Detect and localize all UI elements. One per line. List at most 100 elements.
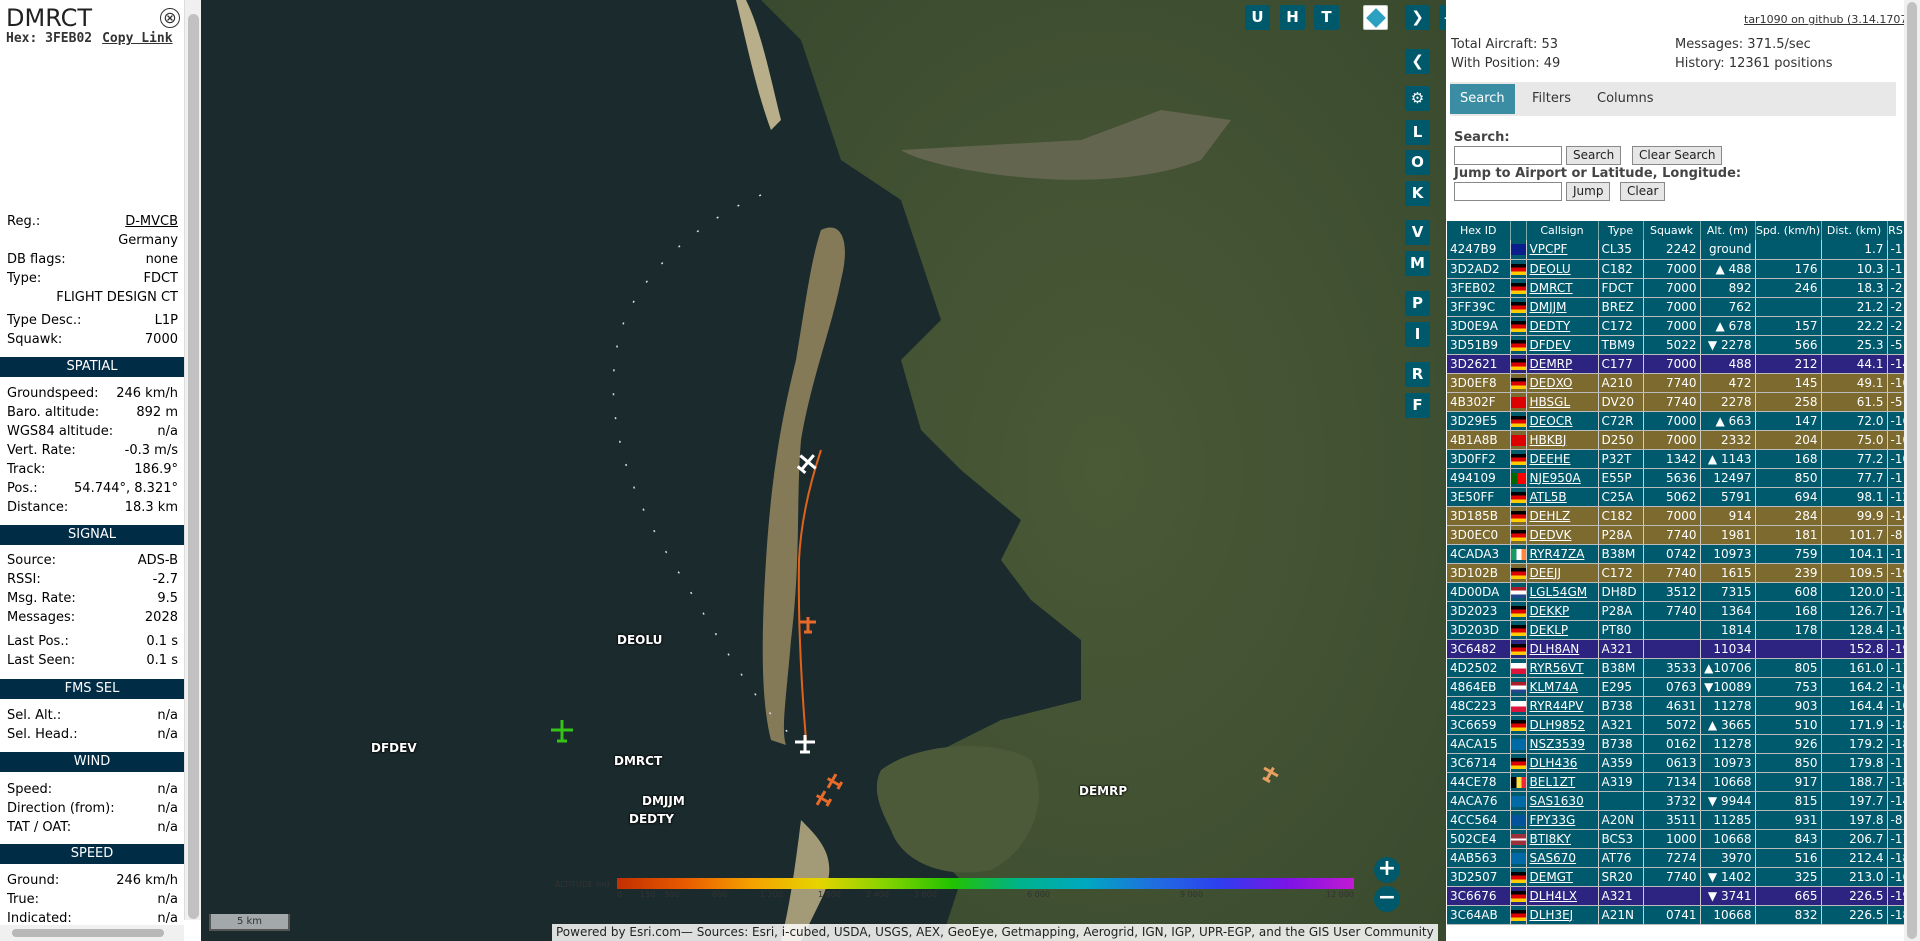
table-row[interactable]: 3FF39C DMJJM BREZ 7000 762 21.2 -2 — [1447, 297, 1905, 317]
map-button-r[interactable]: R — [1405, 362, 1430, 387]
copy-link[interactable]: Copy Link — [102, 31, 172, 46]
cell-cs[interactable]: DEHLZ — [1526, 506, 1599, 526]
map-button-p[interactable]: P — [1405, 291, 1430, 316]
cell-cs[interactable]: DEEHE — [1526, 449, 1599, 469]
cell-cs[interactable]: HBSGL — [1526, 392, 1599, 412]
cell-cs[interactable]: RYR56VT — [1526, 658, 1599, 678]
table-row[interactable]: 4ACA15 NSZ3539B738016211278926179.2-18 — [1447, 734, 1905, 754]
cell-cs[interactable]: RYR44PV — [1526, 696, 1599, 716]
column-header[interactable]: Spd. (km/h) — [1755, 221, 1822, 240]
column-header[interactable]: Type — [1598, 221, 1644, 240]
cell-cs[interactable]: SAS1630 — [1526, 791, 1599, 811]
map-button-m[interactable]: M — [1405, 251, 1430, 276]
table-row[interactable]: 3D102B DEEJJC17277401615239109.5-19 — [1447, 563, 1905, 583]
table-row[interactable]: 4AB563 SAS670AT7672743970516212.4-18 — [1447, 848, 1905, 868]
cell-cs[interactable]: LGL54GM — [1526, 582, 1599, 602]
table-row[interactable]: 4D2502 RYR56VTB38M3533▲10706805161.0-17 — [1447, 658, 1905, 678]
cell-cs[interactable]: DEMRP — [1526, 354, 1599, 374]
table-row[interactable]: 502CE4 BTI8KYBCS3100010668843206.7-17 — [1447, 829, 1905, 849]
github-link[interactable]: tar1090 on github (3.14.1707) — [1744, 13, 1912, 26]
cell-cs[interactable]: DEMGT — [1526, 867, 1599, 887]
t-button[interactable]: T — [1314, 5, 1339, 30]
jump-input[interactable] — [1454, 182, 1562, 201]
cell-cs[interactable]: DEKLP — [1526, 620, 1599, 640]
table-row[interactable]: 3D2621 DEMRPC177700048821244.1-14 — [1447, 354, 1905, 374]
cell-cs[interactable]: RYR47ZA — [1526, 544, 1599, 564]
map-button-v[interactable]: V — [1405, 220, 1430, 245]
cell-cs[interactable]: DLH8AN — [1526, 639, 1599, 659]
table-row[interactable]: 3D0EF8 DEDXOA210774047214549.1-10 — [1447, 373, 1905, 393]
table-row[interactable]: 3D0E9A DEDTY C172 7000 ▲ 678 157 22.2 -2 — [1447, 316, 1905, 336]
reg-value[interactable]: D-MVCB — [125, 214, 178, 229]
clear-search-button[interactable]: Clear Search — [1632, 146, 1723, 165]
left-horizontal-scrollbar[interactable] — [0, 925, 184, 941]
table-row[interactable]: 3D2507 DEMGTSR207740▼ 1402325213.0-16 — [1447, 867, 1905, 887]
cell-cs[interactable]: DLH9852 — [1526, 715, 1599, 735]
search-button[interactable]: Search — [1566, 146, 1622, 165]
cell-cs[interactable]: SAS670 — [1526, 848, 1599, 868]
table-row[interactable]: 3C64AB DLH3EJA21N074110668832226.5-18 — [1447, 905, 1905, 925]
expand-width-icon[interactable]: ◂▸ — [1439, 5, 1446, 30]
table-row[interactable]: 3D2AD2 DEOLU C182 7000 ▲ 488 176 10.3 -1 — [1447, 259, 1905, 279]
cell-cs[interactable]: NJE950A — [1526, 468, 1599, 488]
table-row[interactable]: 3C6676 DLH4LXA321 ▼ 3741665226.5-19 — [1447, 886, 1905, 906]
left-scrollbar[interactable] — [184, 0, 201, 920]
cell-cs[interactable]: BTI8KY — [1526, 829, 1599, 849]
table-row[interactable]: 3FEB02 DMRCT FDCT 7000 892 246 18.3 -2 — [1447, 278, 1905, 298]
cell-cs[interactable]: DMJJM — [1526, 297, 1599, 317]
jump-button[interactable]: Jump — [1566, 182, 1611, 201]
cell-cs[interactable]: DEOLU — [1526, 259, 1599, 279]
table-row[interactable]: 3D0FF2 DEEHEP32T1342▲ 114316877.2-10 — [1447, 449, 1905, 469]
cell-cs[interactable]: FPY33G — [1526, 810, 1599, 830]
table-row[interactable]: 3D0EC0 DEDVK P28A 7740 1981 181 101.7 -8 — [1447, 525, 1905, 545]
layers-icon[interactable] — [1363, 5, 1388, 30]
cell-cs[interactable]: KLM74A — [1526, 677, 1599, 697]
table-row[interactable]: 4864EB KLM74AE2950763▼10089753164.2-16 — [1447, 677, 1905, 697]
clear-jump-button[interactable]: Clear — [1620, 182, 1666, 201]
left-scrollbar-thumb[interactable] — [188, 14, 199, 919]
right-scrollbar-thumb[interactable] — [1907, 2, 1917, 939]
column-header[interactable]: Callsign — [1526, 221, 1599, 240]
tab-search[interactable]: Search — [1450, 84, 1515, 114]
table-row[interactable]: 44CE78 BEL1ZTA319713410668917188.7-18 — [1447, 772, 1905, 792]
table-row[interactable]: 3D203D DEKLPPT80 1814178128.4-19 — [1447, 620, 1905, 640]
cell-cs[interactable]: DFDEV — [1526, 335, 1599, 355]
cell-cs[interactable]: DLH436 — [1526, 753, 1599, 773]
table-row[interactable]: 4B302F HBSGL DV20 7740 2278 258 61.5 -5 — [1447, 392, 1905, 412]
table-row[interactable]: 4B1A8B HBKBJD2507000233220475.0-10 — [1447, 430, 1905, 450]
cell-cs[interactable]: NSZ3539 — [1526, 734, 1599, 754]
cell-cs[interactable]: DEDXO — [1526, 373, 1599, 393]
collapse-right-icon[interactable]: ❯ — [1405, 5, 1430, 30]
search-input[interactable] — [1454, 146, 1562, 165]
column-header[interactable]: Alt. (m) — [1700, 221, 1756, 240]
column-header[interactable]: Hex ID — [1447, 221, 1511, 240]
table-row[interactable]: 4ACA76 SAS1630 3732▼ 9944815197.7-14 — [1447, 791, 1905, 811]
h-button[interactable]: H — [1280, 5, 1305, 30]
cell-cs[interactable]: DLH3EJ — [1526, 905, 1599, 925]
cell-cs[interactable]: DEOCR — [1526, 411, 1599, 431]
table-row[interactable]: 4D00DA LGL54GMDH8D35127315608120.0-13 — [1447, 582, 1905, 602]
map-button-i[interactable]: I — [1405, 322, 1430, 347]
table-row[interactable]: 3D29E5 DEOCRC72R7000▲ 66314772.0-16 — [1447, 411, 1905, 431]
map-button-o[interactable]: O — [1405, 150, 1430, 175]
table-row[interactable]: 3D51B9 DFDEV TBM9 5022 ▼ 2278 566 25.3 -5 — [1447, 335, 1905, 355]
left-hscroll-thumb[interactable] — [12, 929, 164, 937]
zoom-out-button[interactable]: − — [1374, 886, 1400, 912]
zoom-in-button[interactable]: + — [1374, 857, 1400, 883]
settings-gear-icon[interactable]: ⚙ — [1405, 86, 1430, 111]
table-row[interactable]: 4CADA3 RYR47ZAB38M074210973759104.1-11 — [1447, 544, 1905, 564]
table-row[interactable]: 494109 NJE950A E55P 5636 12497 850 77.7 -1 — [1447, 468, 1905, 488]
cell-cs[interactable]: ATL5B — [1526, 487, 1599, 507]
tab-columns[interactable]: Columns — [1587, 84, 1664, 114]
cell-cs[interactable]: BEL1ZT — [1526, 772, 1599, 792]
map-button-k[interactable]: K — [1405, 181, 1430, 206]
map-view[interactable]: DEOLU DMRCT DFDEV DMJJM DEDTY DEMRP U H … — [201, 0, 1446, 941]
table-row[interactable]: 4247B9 VPCPFCL352242ground 1.7-11 — [1447, 240, 1905, 260]
cell-cs[interactable]: DEEJJ — [1526, 563, 1599, 583]
table-row[interactable]: 48C223 RYR44PVB738463111278903164.4-10 — [1447, 696, 1905, 716]
cell-cs[interactable]: HBKBJ — [1526, 430, 1599, 450]
column-header[interactable]: Dist. (km) — [1821, 221, 1888, 240]
table-row[interactable]: 3D185B DEHLZC182700091428499.9-14 — [1447, 506, 1905, 526]
units-button[interactable]: U — [1245, 5, 1270, 30]
table-row[interactable]: 3E50FF ATL5BC25A5062579169498.1-12 — [1447, 487, 1905, 507]
